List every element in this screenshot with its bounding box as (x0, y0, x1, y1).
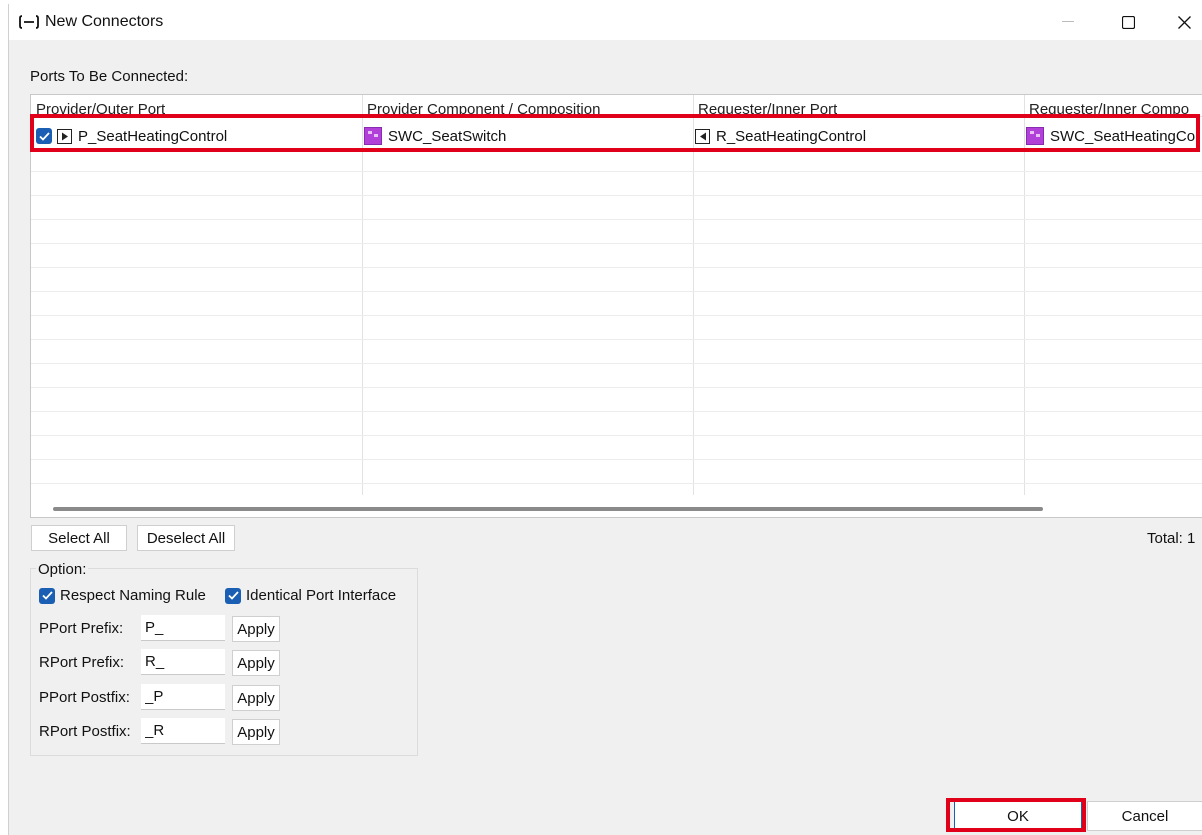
ports-table: Provider/Outer Port Provider Component /… (30, 94, 1202, 518)
deselect-all-button[interactable]: Deselect All (137, 525, 235, 551)
minimize-button[interactable] (1045, 4, 1091, 40)
pport-postfix-apply-button[interactable]: Apply (232, 685, 280, 711)
column-header-requester-port[interactable]: Requester/Inner Port (698, 101, 837, 116)
table-row[interactable]: P_SeatHeatingControl SWC_SeatSwitch R_Se… (31, 119, 1202, 153)
column-header-requester-component[interactable]: Requester/Inner Compo (1029, 101, 1189, 116)
column-header-provider-port[interactable]: Provider/Outer Port (36, 101, 165, 116)
pport-prefix-apply-button[interactable]: Apply (232, 616, 280, 642)
column-header-provider-component[interactable]: Provider Component / Composition (367, 101, 600, 116)
pport-postfix-label: PPort Postfix: (39, 689, 130, 706)
identical-port-interface-label: Identical Port Interface (246, 587, 397, 604)
requester-port-cell: R_SeatHeatingControl (695, 119, 1023, 153)
pport-prefix-label: PPort Prefix: (39, 620, 124, 637)
component-icon (1026, 127, 1044, 145)
ok-button[interactable]: OK (954, 801, 1082, 831)
requester-port-icon (695, 128, 710, 144)
select-all-button[interactable]: Select All (31, 525, 127, 551)
close-button[interactable] (1161, 4, 1202, 40)
respect-naming-rule-checkbox[interactable]: Respect Naming Rule (39, 587, 206, 604)
provider-port-icon (57, 128, 72, 144)
row-checkbox[interactable] (36, 128, 52, 144)
requester-component-name: SWC_SeatHeatingCo (1050, 127, 1196, 145)
title-bar: New Connectors (9, 4, 1202, 40)
provider-component-name: SWC_SeatSwitch (388, 127, 507, 145)
table-header: Provider/Outer Port Provider Component /… (31, 95, 1202, 117)
rport-postfix-apply-button[interactable]: Apply (232, 719, 280, 745)
pport-postfix-input[interactable] (141, 684, 225, 710)
ports-to-be-connected-label: Ports To Be Connected: (30, 68, 189, 85)
window-title: New Connectors (45, 13, 164, 30)
rport-prefix-apply-button[interactable]: Apply (232, 650, 280, 676)
rport-prefix-label: RPort Prefix: (39, 654, 125, 671)
total-count: Total: 1 (1147, 530, 1196, 547)
rport-postfix-input[interactable] (141, 718, 225, 744)
identical-port-interface-checkbox[interactable]: Identical Port Interface (225, 587, 396, 604)
respect-naming-rule-label: Respect Naming Rule (60, 587, 206, 604)
provider-port-cell: P_SeatHeatingControl (36, 119, 362, 153)
horizontal-scrollbar[interactable] (53, 507, 1043, 511)
option-group-title: Option: (36, 561, 89, 578)
rport-postfix-label: RPort Postfix: (39, 723, 131, 740)
maximize-button[interactable] (1105, 4, 1151, 40)
checkbox-checked-icon (39, 587, 55, 604)
requester-component-cell: SWC_SeatHeatingCo (1026, 119, 1202, 153)
connector-icon (19, 14, 39, 30)
cancel-button[interactable]: Cancel (1087, 801, 1202, 831)
component-icon (364, 127, 382, 145)
rport-prefix-input[interactable] (141, 649, 225, 675)
requester-port-name: R_SeatHeatingControl (716, 127, 867, 145)
provider-component-cell: SWC_SeatSwitch (364, 119, 692, 153)
checkbox-checked-icon (225, 587, 241, 604)
pport-prefix-input[interactable] (141, 615, 225, 641)
provider-port-name: P_SeatHeatingControl (78, 127, 228, 145)
new-connectors-dialog: New Connectors Ports To Be Connected: Pr… (8, 4, 1202, 835)
